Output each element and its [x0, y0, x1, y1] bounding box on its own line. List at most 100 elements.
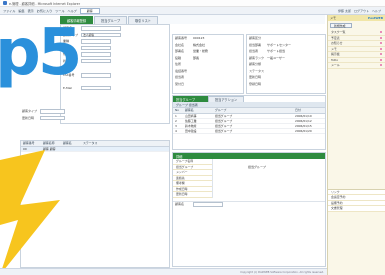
indicator-icon — [380, 64, 382, 67]
field-label: 担当者 — [175, 75, 185, 80]
col-header: 顧客名 — [63, 141, 72, 146]
new-button[interactable]: 新規作成 — [330, 23, 352, 28]
main-tabs: 顧客情報登録 担当グループ 取引リスト — [60, 15, 325, 24]
detail-item: 更新日時 — [173, 192, 212, 198]
menu-view[interactable]: 表示 — [28, 8, 34, 13]
tab-group[interactable]: 担当グループ — [94, 16, 128, 24]
right-sidebar: メモ PostWEB 新規作成 タスク一覧 予定表 お知らせ メモ 掲示板 To… — [327, 15, 385, 275]
sidebar-item[interactable]: メール — [328, 63, 385, 69]
filter-row: 更新日時 — [20, 115, 170, 122]
window-title: e-管理 - 顧客詳細 - Microsoft Internet Explore… — [9, 1, 81, 6]
field-value: 株式会社 — [193, 42, 206, 47]
cell-group: 担当グループ — [215, 128, 233, 133]
user-name: 伊藤 太郎 — [338, 8, 351, 13]
col-name: 顧客名 — [185, 108, 194, 113]
cell-group: 担当グループ — [215, 113, 233, 118]
browser-icon — [3, 1, 7, 5]
menu-file[interactable]: ファイル — [3, 8, 15, 13]
help-link[interactable]: ヘルプ — [372, 9, 381, 13]
field-value: 一般ユーザー — [267, 55, 285, 60]
sidebar-item-label: ToDo — [331, 57, 339, 62]
field-label: 受付日 — [175, 81, 185, 86]
field-label: 役職 — [175, 55, 182, 60]
cell-name: 佐藤工業 — [185, 118, 197, 123]
sidebar-item-label: メール — [331, 63, 340, 68]
cell-date: 2006/01/12 — [295, 118, 312, 123]
field-label: 顧客区分 — [249, 36, 262, 41]
field-label: 更新日時 — [22, 115, 35, 120]
field-label: 担当者 — [249, 49, 259, 54]
sidebar-item-label: メモ — [331, 46, 337, 51]
cell-no: 2 — [175, 118, 177, 123]
cell-no: 1 — [175, 113, 177, 118]
col-date: 日付 — [295, 108, 301, 113]
field-value: サポートセンター — [267, 42, 292, 47]
logout-link[interactable]: ログアウト — [354, 9, 369, 13]
tab-contact-action[interactable]: 担当アクション — [208, 96, 245, 102]
cell-group: 担当グループ — [215, 118, 233, 123]
sidebar-lower: リンク 会議室予約 設備予約 文書管理 — [328, 188, 385, 212]
detail-values: 担当グループ — [213, 159, 325, 198]
sidebar-link[interactable]: 文書管理 — [328, 206, 385, 212]
col-no: No — [175, 108, 179, 113]
cell-name: 田中建設 — [185, 128, 197, 133]
field-value: 部長 — [193, 55, 200, 60]
sidebar-item-label: 掲示板 — [331, 52, 340, 57]
filter-date-input[interactable] — [40, 115, 65, 120]
indicator-icon — [380, 36, 382, 39]
field-label: 顧客タイプ — [22, 109, 38, 114]
menu-edit[interactable]: 編集 — [18, 8, 24, 13]
detail-name-input[interactable] — [193, 202, 223, 207]
detail-body: グループ名称 担当グループ メンバー 連絡先 備考欄 作成日時 更新日時 担当グ… — [173, 159, 325, 198]
col-header: 顧客番号 — [23, 141, 35, 146]
col-group: グループ — [215, 108, 227, 113]
left-filter-area: 顧客タイプ 更新日時 — [20, 108, 170, 138]
filter-type-select[interactable] — [40, 109, 65, 114]
col-header: ステータス — [83, 141, 98, 146]
tab-deals[interactable]: 取引リスト — [128, 16, 158, 24]
field-label: ステータス — [249, 68, 265, 73]
menu-favorites[interactable]: お気に入り — [37, 8, 52, 13]
field-label: 顧客番号 — [175, 36, 188, 41]
menu-tools[interactable]: ツール — [55, 8, 64, 13]
menu-help[interactable]: ヘルプ — [68, 8, 77, 13]
indicator-icon — [380, 58, 382, 61]
table-row[interactable]: 4 田中建設 担当グループ 2006/01/20 — [173, 129, 325, 134]
cell-name: 鈴木物産 — [185, 123, 197, 128]
sidebar-item-label: お知らせ — [331, 41, 343, 46]
cell-name: 山田商事 — [185, 113, 197, 118]
cell-no: 4 — [175, 128, 177, 133]
field-value: サポート担当 — [267, 49, 286, 54]
cell-date: 2006/01/20 — [295, 128, 312, 133]
p5-logo: p5 — [0, 16, 100, 90]
indicator-icon — [380, 47, 382, 50]
module-select[interactable]: 顧客 — [79, 7, 100, 14]
cell-group: 担当グループ — [215, 123, 233, 128]
indicator-icon — [380, 53, 382, 56]
field-label: 登録日時 — [249, 81, 262, 86]
menubar: ファイル 編集 表示 お気に入り ツール ヘルプ 顧客 伊藤 太郎 ログアウト … — [0, 7, 385, 15]
postweb-logo: PostWEB — [367, 16, 383, 20]
email-input[interactable] — [81, 85, 111, 90]
tab-contact-group[interactable]: 担当グループ — [173, 96, 208, 102]
field-label: 住所 — [175, 62, 182, 67]
user-menu: 伊藤 太郎 ログアウト ヘルプ — [338, 9, 385, 13]
col-header: 顧客名称 — [43, 141, 55, 146]
field-label: 部署名 — [175, 49, 185, 54]
cell-date: 2006/01/15 — [295, 123, 312, 128]
sidebar-title: メモ — [330, 16, 337, 20]
logo-text: p5 — [0, 16, 82, 90]
field-label: 会社名 — [175, 42, 185, 47]
detail-value: 担当グループ — [248, 165, 266, 169]
field-value: 000123 — [193, 36, 205, 41]
field-label: 担当部署 — [249, 42, 262, 47]
field-label: 顧客名 — [175, 202, 185, 207]
sidebar-actions: 新規作成 — [328, 21, 385, 30]
sidebar-item-label: 予定表 — [331, 35, 340, 40]
mid-row: 受付日 — [173, 81, 243, 88]
middle-form-panel: 顧客番号 000123 会社名 株式会社 部署名 営業・総務 役職 部長 住所 電話番号… — [172, 34, 244, 94]
detail-footer: 顧客名 — [173, 200, 325, 208]
cell-no: 3 — [175, 123, 177, 128]
status-bar: Copyright (c) PostWEB Software Corporati… — [0, 268, 327, 275]
cell-date: 2006/01/10 — [295, 113, 312, 118]
